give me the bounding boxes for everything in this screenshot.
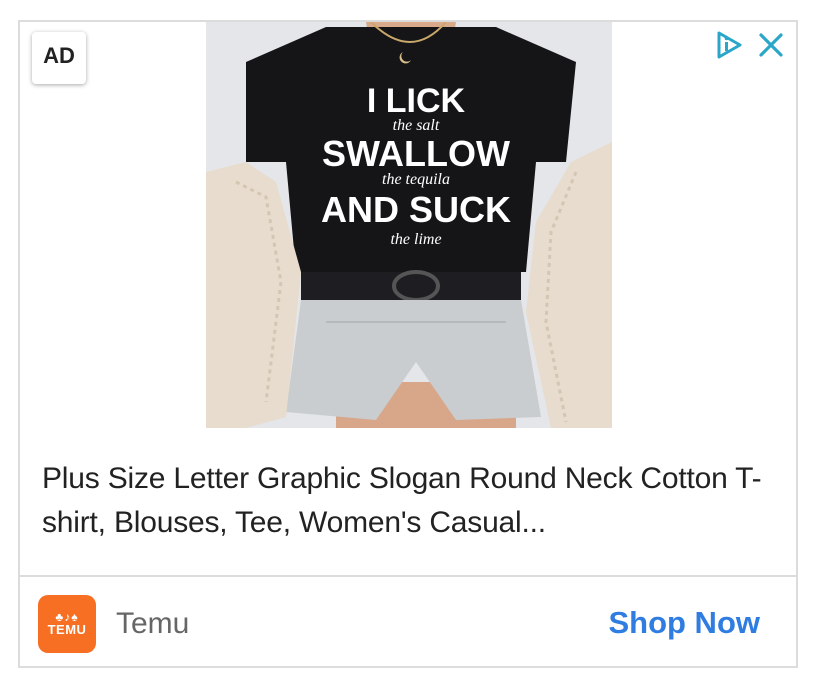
product-title[interactable]: Plus Size Letter Graphic Slogan Round Ne… xyxy=(42,457,782,545)
adchoices-icon[interactable] xyxy=(714,30,744,60)
shirt-line-3: SWALLOW xyxy=(322,133,510,174)
brand-name[interactable]: Temu xyxy=(116,607,189,641)
shirt-line-2: the salt xyxy=(393,117,440,134)
shirt-line-1: I LICK xyxy=(367,82,466,120)
ad-badge: AD xyxy=(32,32,86,84)
ad-footer: ♣♪♠ TEMU Temu Shop Now xyxy=(20,577,796,666)
ad-controls xyxy=(714,30,786,60)
shop-now-button[interactable]: Shop Now xyxy=(608,605,760,641)
product-image[interactable]: I LICK the salt SWALLOW the tequila AND … xyxy=(206,22,612,428)
brand-logo[interactable]: ♣♪♠ TEMU xyxy=(38,595,96,653)
brand-logo-text: TEMU xyxy=(47,622,87,637)
ad-card[interactable]: AD I LICK the salt SWALLOW the tequila A… xyxy=(18,20,798,668)
shirt-line-5: AND SUCK xyxy=(321,189,511,230)
close-icon[interactable] xyxy=(756,30,786,60)
ad-badge-label: AD xyxy=(43,43,75,68)
shirt-line-4: the tequila xyxy=(382,171,450,188)
shirt-line-6: the lime xyxy=(390,231,441,248)
